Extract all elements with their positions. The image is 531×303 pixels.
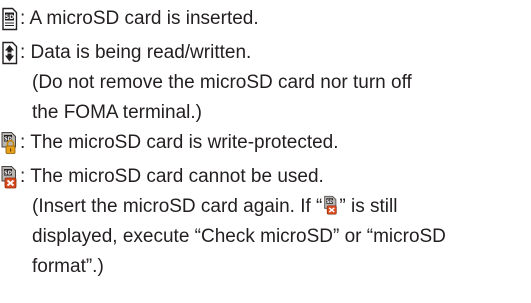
legend-text: : The microSD card cannot be used. [20,166,324,187]
legend-item-write-protected: SD : The microSD card is write-protected… [0,128,531,158]
legend-note-text: the FOMA terminal.) [32,102,202,123]
data-transfer-icon [0,41,18,65]
svg-text:SD: SD [5,14,14,21]
legend-note-text: ” is still [339,196,398,217]
legend-note-text: displayed, execute “Check microSD” or “m… [32,226,446,247]
sd-write-protect-icon: SD [0,131,18,155]
legend-note: displayed, execute “Check microSD” or “m… [0,222,531,252]
sd-unusable-icon: SD [0,165,18,189]
legend-note-text: (Insert the microSD card again. If “ [32,196,323,217]
legend-item-data-transfer: : Data is being read/written. [0,38,531,68]
legend-item-sd-inserted: SD : A microSD card is inserted. [0,4,531,34]
icon-legend: SD : A microSD card is inserted. : Data … [0,0,531,282]
legend-note-text: format”.) [32,256,104,277]
sd-unusable-icon: SD [323,195,338,215]
sd-card-icon: SD [0,7,18,31]
legend-note: (Insert the microSD card again. If “ SD … [0,192,531,222]
svg-text:SD: SD [327,199,334,204]
legend-text: : The microSD card is write-protected. [20,132,339,153]
legend-text: : Data is being read/written. [20,42,252,63]
legend-text: : A microSD card is inserted. [20,8,259,29]
legend-note: format”.) [0,252,531,282]
legend-note: (Do not remove the microSD card nor turn… [0,68,531,98]
legend-item-unusable: SD : The microSD card cannot be used. [0,162,531,192]
legend-note: the FOMA terminal.) [0,98,531,128]
svg-text:SD: SD [4,170,12,176]
legend-note-text: (Do not remove the microSD card nor turn… [32,72,412,93]
